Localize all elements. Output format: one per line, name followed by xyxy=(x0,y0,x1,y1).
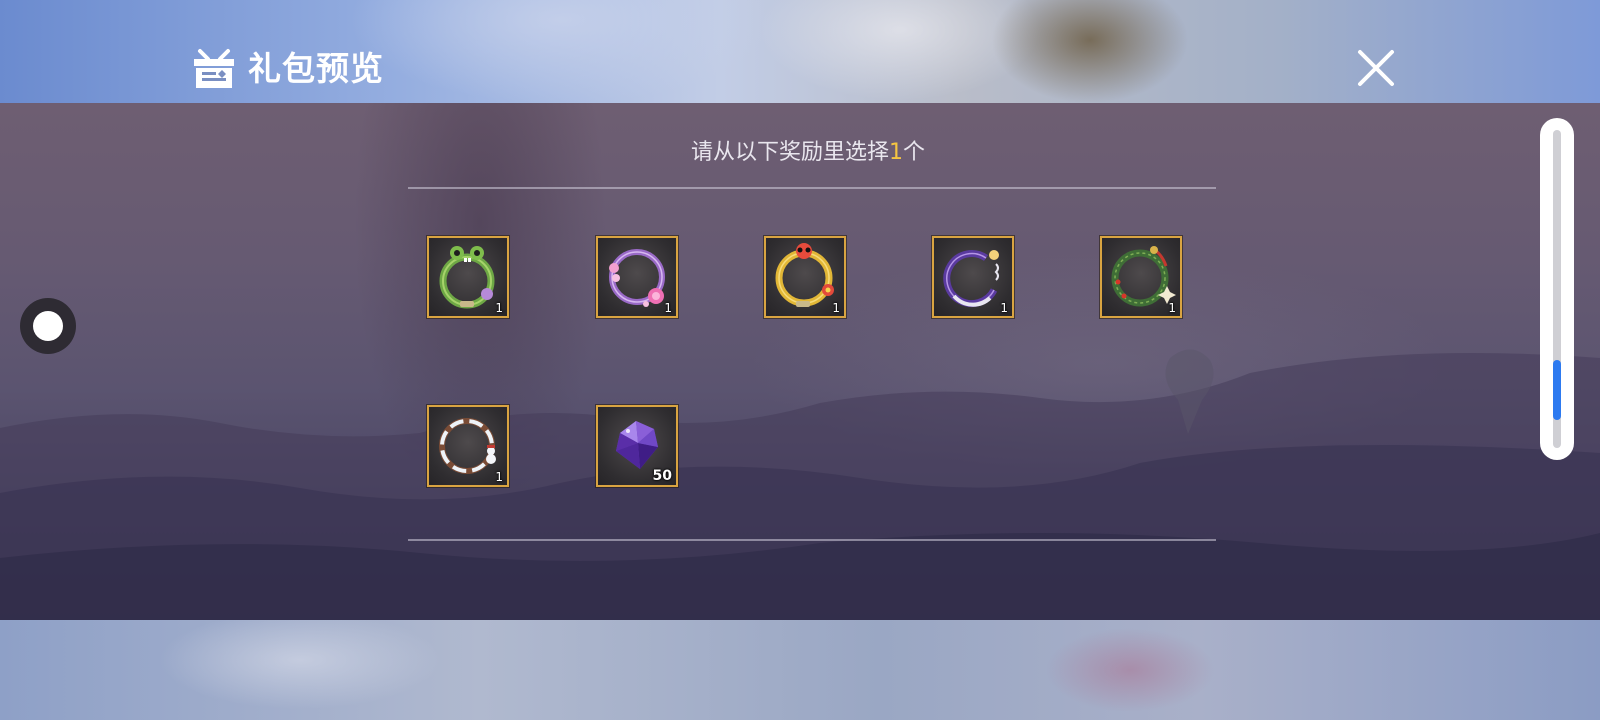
instruction-text: 请从以下奖励里选择1个 xyxy=(400,135,1216,171)
instruction-count: 1 xyxy=(889,140,903,165)
instruction-suffix: 个 xyxy=(903,140,926,165)
gift-preview-panel xyxy=(0,103,1600,620)
reward-item-frog-frame[interactable]: 1 xyxy=(427,236,509,318)
reward-item-wreath-frame[interactable]: 1 xyxy=(1100,236,1182,318)
reward-item-chick-frame[interactable]: 1 xyxy=(764,236,846,318)
reward-item-snow-frame[interactable]: 1 xyxy=(427,405,509,487)
close-icon xyxy=(1358,50,1394,86)
close-button[interactable] xyxy=(1356,48,1396,88)
floating-ball-dot xyxy=(33,311,63,341)
item-quantity: 1 xyxy=(1000,301,1008,315)
gift-box-icon xyxy=(194,49,234,88)
scrollbar-thumb[interactable] xyxy=(1553,360,1561,420)
reward-item-moon-frame[interactable]: 1 xyxy=(932,236,1014,318)
item-quantity: 1 xyxy=(664,301,672,315)
item-quantity: 1 xyxy=(495,470,503,484)
item-quantity: 1 xyxy=(495,301,503,315)
scrollbar[interactable] xyxy=(1540,118,1574,460)
reward-item-crystal[interactable]: 50 xyxy=(596,405,678,487)
divider-top xyxy=(408,187,1216,189)
item-quantity: 1 xyxy=(1168,301,1176,315)
page-title: 礼包预览 xyxy=(248,49,384,88)
background-bottom xyxy=(0,620,1600,720)
item-quantity: 1 xyxy=(832,301,840,315)
floating-assistive-button[interactable] xyxy=(20,298,76,354)
divider-bottom xyxy=(408,539,1216,541)
reward-item-flower-frame[interactable]: 1 xyxy=(596,236,678,318)
instruction-prefix: 请从以下奖励里选择 xyxy=(690,140,889,165)
landscape-silhouette xyxy=(0,349,1600,620)
item-quantity: 50 xyxy=(652,468,672,484)
